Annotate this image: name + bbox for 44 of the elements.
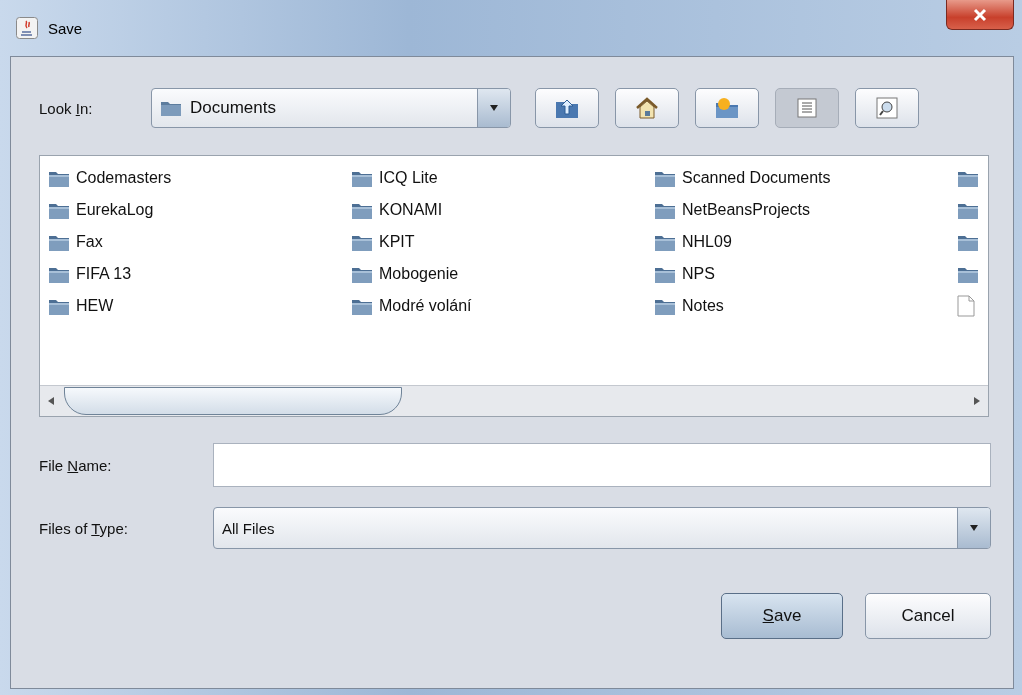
folder-name[interactable]: NetBeansProjects — [682, 201, 811, 219]
folder-name[interactable]: Scanned Documents — [682, 169, 831, 187]
file-type-dropdown[interactable]: All Files — [213, 507, 991, 549]
folder-name[interactable]: HEW — [76, 297, 114, 315]
folder-name[interactable]: EurekaLog — [76, 201, 154, 219]
folder-name[interactable]: Notes — [682, 297, 724, 315]
list-view-icon — [797, 98, 817, 118]
new-folder-icon — [714, 96, 740, 120]
horizontal-scrollbar[interactable] — [40, 385, 988, 416]
close-button[interactable] — [946, 0, 1014, 30]
list-button[interactable] — [775, 88, 839, 128]
folder-name[interactable]: NPS — [682, 265, 715, 283]
file-name-field[interactable] — [213, 443, 991, 487]
folder-name[interactable]: ICQ Lite — [379, 169, 438, 187]
scroll-right-icon[interactable] — [972, 396, 982, 406]
folder-name[interactable]: Codemasters — [76, 169, 172, 187]
dropdown-arrow-icon — [489, 104, 499, 112]
dropdown-arrow-icon — [969, 524, 979, 532]
scroll-left-icon[interactable] — [46, 396, 56, 406]
details-button[interactable] — [855, 88, 919, 128]
folder-name[interactable]: KPIT — [379, 233, 415, 251]
cancel-button[interactable]: Cancel — [865, 593, 991, 639]
folder-name[interactable]: KONAMI — [379, 201, 443, 219]
folder-name[interactable]: NHL09 — [682, 233, 732, 251]
close-icon — [972, 7, 988, 22]
up-button[interactable] — [535, 88, 599, 128]
file-icon — [957, 295, 975, 317]
folder-name[interactable]: FIFA 13 — [76, 265, 132, 283]
look-in-dropdown[interactable]: Documents — [151, 88, 511, 128]
house-icon — [634, 96, 660, 120]
window-title: Save — [48, 19, 83, 37]
folder-name[interactable]: Fax — [76, 233, 103, 251]
file-name-label: File Name: — [39, 456, 113, 474]
file-type-label: Files of Type: — [39, 519, 129, 537]
folder-icon — [160, 99, 182, 117]
new-folder-button[interactable] — [695, 88, 759, 128]
magnifier-icon — [876, 97, 898, 119]
file-list[interactable]: Codemasters EurekaLog Fax FIFA 13 HEW ICQ Lite KONAMI KPIT Mobogenie Modré volání Scanned Documents NetBeansProjects NHL09 NPS Notes — [39, 155, 989, 417]
folder-name[interactable]: Modré volání — [379, 297, 472, 315]
save-button[interactable]: Save — [721, 593, 843, 639]
home-button[interactable] — [615, 88, 679, 128]
cup-icon — [16, 17, 38, 39]
look-in-label: Look In: — [39, 99, 94, 117]
folder-name[interactable]: Mobogenie — [379, 265, 459, 283]
